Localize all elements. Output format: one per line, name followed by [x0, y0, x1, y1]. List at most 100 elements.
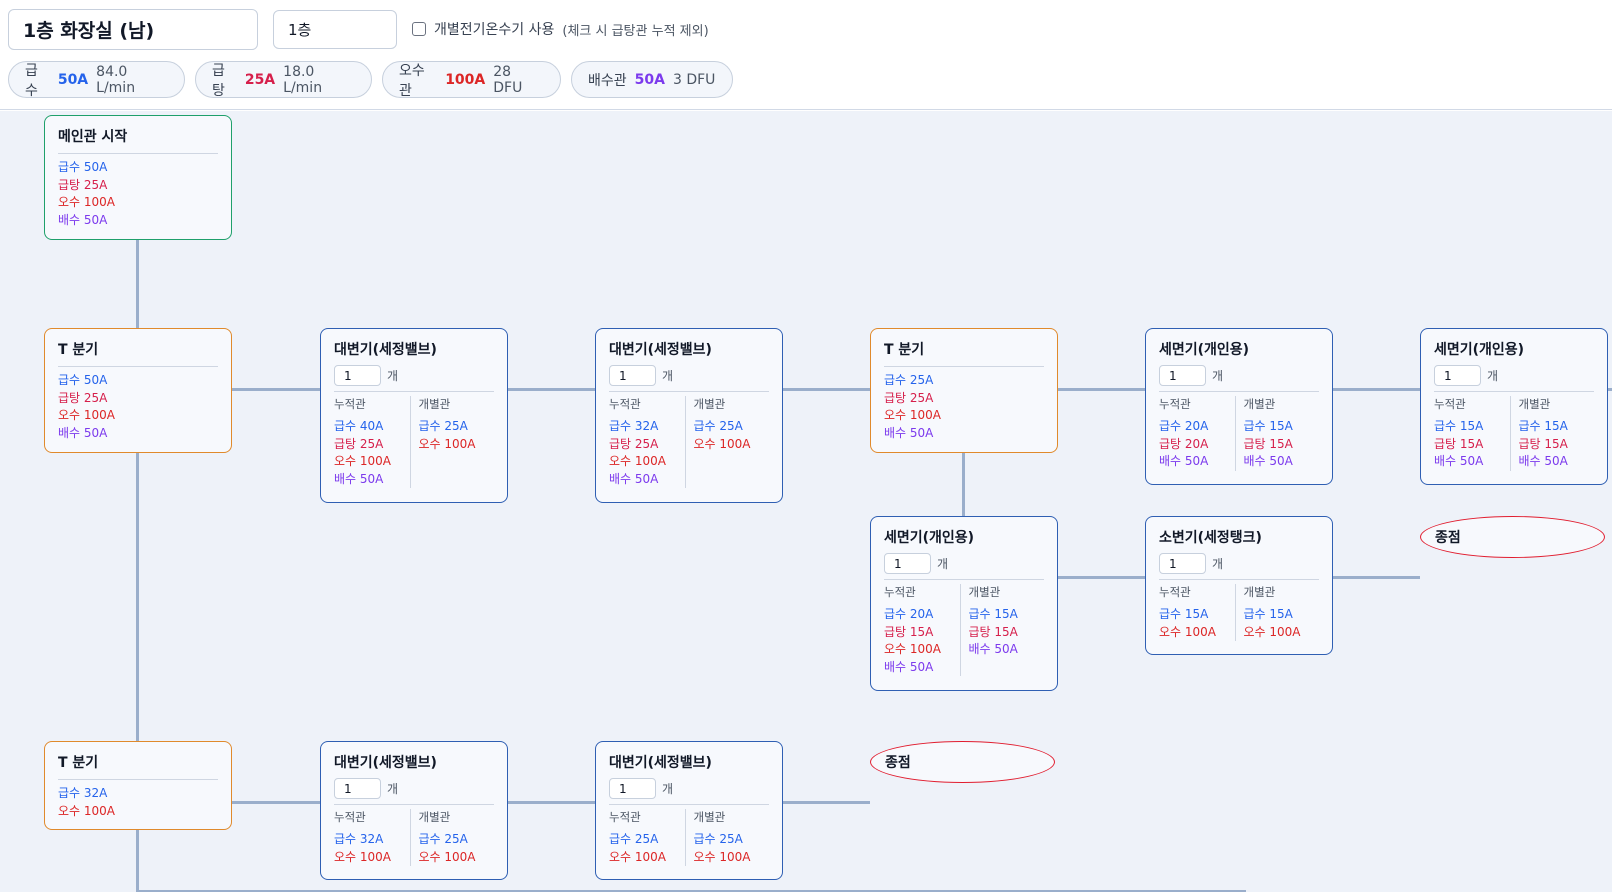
node-main-start[interactable]: 메인관 시작 급수 50A 급탕 25A 오수 100A 배수 50A [44, 115, 232, 240]
endpoint-label: 종점 [885, 755, 911, 771]
node-toilet-1[interactable]: 대변기(세정밸브) 1개 누적관 급수 40A 급탕 25A 오수 100A 배… [320, 328, 508, 503]
spec-cold: 급수 15A [1159, 607, 1209, 621]
summary-drain: 배수관 50A 3 DFU [571, 61, 733, 98]
spec-hot: 급탕 25A [58, 177, 108, 192]
individual-header: 개별관 [1518, 397, 1551, 411]
cumulative-header: 누적관 [334, 810, 366, 824]
toolbar-header: 1층 화장실 (남) 1층 개별전기온수기 사용 (체크 시 급탕관 누적 제외… [0, 0, 1612, 110]
spec-cold: 급수 15A [1518, 419, 1568, 433]
quantity-input[interactable]: 1 [334, 365, 381, 386]
cumulative-header: 누적관 [1434, 397, 1466, 411]
node-tee-2[interactable]: T 분기 급수 25A 급탕 25A 오수 100A 배수 50A [870, 328, 1058, 453]
electric-heater-note: (체크 시 급탕관 누적 제외) [562, 23, 709, 39]
pipe-diagram-canvas[interactable]: 메인관 시작 급수 50A 급탕 25A 오수 100A 배수 50A T 분기… [0, 111, 1612, 892]
spec-drain: 배수 50A [609, 471, 659, 486]
room-name-input[interactable]: 1층 화장실 (남) [8, 9, 258, 50]
cumulative-header: 누적관 [334, 397, 366, 411]
spec-hot: 급탕 25A [884, 390, 934, 405]
unit-label: 개 [937, 557, 949, 571]
node-title: 대변기(세정밸브) [334, 755, 437, 771]
unit-label: 개 [662, 369, 674, 383]
summary-label: 배수관 [588, 72, 627, 89]
spec-hot: 급탕 15A [1434, 436, 1484, 451]
spec-cold: 급수 32A [58, 786, 108, 800]
spec-hot: 급탕 15A [1518, 436, 1568, 451]
node-title: 대변기(세정밸브) [334, 342, 437, 358]
spec-sewage: 오수 100A [1243, 624, 1301, 639]
node-tee-3[interactable]: T 분기 급수 32A 오수 100A [44, 741, 232, 830]
node-toilet-3[interactable]: 대변기(세정밸브) 1개 누적관 급수 32A 오수 100A 개별관 급수 2… [320, 741, 508, 880]
quantity-input[interactable]: 1 [1159, 553, 1206, 574]
spec-cold: 급수 15A [1434, 419, 1484, 433]
node-endpoint-2[interactable]: 종점 [870, 741, 1055, 783]
unit-label: 개 [387, 782, 399, 796]
spec-drain: 배수 50A [1518, 454, 1568, 469]
spec-drain: 배수 50A [968, 642, 1018, 657]
electric-heater-option[interactable]: 개별전기온수기 사용 (체크 시 급탕관 누적 제외) [412, 19, 709, 39]
summary-sewage: 오수관 100A 28 DFU [382, 61, 561, 99]
node-toilet-4[interactable]: 대변기(세정밸브) 1개 누적관 급수 25A 오수 100A 개별관 급수 2… [595, 741, 783, 880]
summary-flow: 28 DFU [493, 63, 523, 96]
node-lavatory-3[interactable]: 세면기(개인용) 1개 누적관 급수 20A 급탕 15A 오수 100A 배수… [870, 516, 1058, 691]
node-endpoint-1[interactable]: 종점 [1420, 516, 1605, 558]
spec-sewage: 오수 100A [1159, 624, 1217, 639]
electric-heater-checkbox[interactable] [412, 22, 426, 36]
node-title: 세면기(개인용) [884, 530, 975, 546]
cumulative-header: 누적관 [609, 397, 641, 411]
node-tee-1[interactable]: T 분기 급수 50A 급탕 25A 오수 100A 배수 50A [44, 328, 232, 453]
node-lavatory-2[interactable]: 세면기(개인용) 1개 누적관 급수 15A 급탕 15A 배수 50A 개별관… [1420, 328, 1608, 485]
summary-label: 급탕 [212, 62, 225, 99]
unit-label: 개 [1212, 557, 1224, 571]
quantity-input[interactable]: 1 [1159, 365, 1206, 386]
node-toilet-2[interactable]: 대변기(세정밸브) 1개 누적관 급수 32A 급탕 25A 오수 100A 배… [595, 328, 783, 503]
electric-heater-label: 개별전기온수기 사용 [434, 22, 555, 38]
quantity-input[interactable]: 1 [609, 778, 656, 799]
spec-sewage: 오수 100A [884, 408, 942, 423]
node-urinal-1[interactable]: 소변기(세정탱크) 1개 누적관 급수 15A 오수 100A 개별관 급수 1… [1145, 516, 1333, 655]
individual-header: 개별관 [968, 585, 1001, 599]
summary-hot-water: 급탕 25A 18.0 L/min [195, 61, 372, 99]
spec-hot: 급탕 15A [1243, 436, 1293, 451]
node-title: T 분기 [58, 755, 99, 771]
spec-sewage: 오수 100A [418, 436, 476, 451]
floor-input[interactable]: 1층 [273, 10, 397, 49]
summary-size: 50A [57, 71, 89, 88]
spec-cold: 급수 25A [884, 373, 934, 387]
node-title: 소변기(세정탱크) [1159, 530, 1262, 546]
summary-size: 25A [244, 71, 276, 88]
quantity-input[interactable]: 1 [1434, 365, 1481, 386]
cumulative-header: 누적관 [884, 585, 916, 599]
individual-header: 개별관 [1243, 397, 1276, 411]
spec-sewage: 오수 100A [609, 849, 667, 864]
individual-header: 개별관 [693, 810, 726, 824]
spec-hot: 급탕 20A [1159, 436, 1209, 451]
individual-header: 개별관 [418, 810, 451, 824]
spec-cold: 급수 25A [693, 419, 743, 433]
node-title: T 분기 [58, 342, 99, 358]
node-title: 대변기(세정밸브) [609, 755, 712, 771]
spec-drain: 배수 50A [334, 471, 384, 486]
spec-drain: 배수 50A [1434, 454, 1484, 469]
individual-header: 개별관 [693, 397, 726, 411]
spec-sewage: 오수 100A [334, 849, 392, 864]
summary-flow: 84.0 L/min [96, 63, 136, 96]
cumulative-header: 누적관 [609, 810, 641, 824]
quantity-input[interactable]: 1 [334, 778, 381, 799]
summary-size: 50A [634, 71, 665, 88]
summary-flow: 18.0 L/min [283, 63, 323, 96]
endpoint-label: 종점 [1435, 530, 1461, 546]
spec-drain: 배수 50A [1243, 454, 1293, 469]
cumulative-header: 누적관 [1159, 585, 1191, 599]
node-lavatory-1[interactable]: 세면기(개인용) 1개 누적관 급수 20A 급탕 20A 배수 50A 개별관… [1145, 328, 1333, 485]
quantity-input[interactable]: 1 [609, 365, 656, 386]
unit-label: 개 [662, 782, 674, 796]
unit-label: 개 [1212, 369, 1224, 383]
individual-header: 개별관 [418, 397, 451, 411]
cumulative-header: 누적관 [1159, 397, 1191, 411]
spec-hot: 급탕 15A [968, 624, 1018, 639]
quantity-input[interactable]: 1 [884, 553, 931, 574]
spec-cold: 급수 15A [1243, 607, 1293, 621]
spec-drain: 배수 50A [1159, 454, 1209, 469]
spec-cold: 급수 25A [693, 832, 743, 846]
spec-cold: 급수 50A [58, 160, 108, 174]
